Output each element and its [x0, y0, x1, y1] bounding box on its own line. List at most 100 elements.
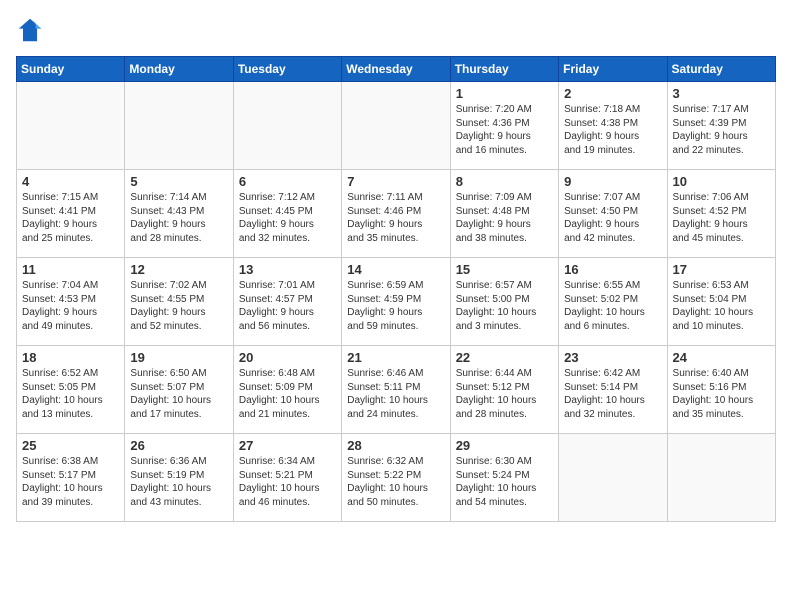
calendar-header-tuesday: Tuesday: [233, 57, 341, 82]
calendar-cell: [17, 82, 125, 170]
day-number: 16: [564, 262, 661, 277]
day-number: 4: [22, 174, 119, 189]
day-number: 14: [347, 262, 444, 277]
day-info: Sunrise: 7:17 AM Sunset: 4:39 PM Dayligh…: [673, 103, 770, 157]
calendar-cell: 23 Sunrise: 6:42 AM Sunset: 5:14 PM Dayli…: [559, 346, 667, 434]
calendar-cell: 16 Sunrise: 6:55 AM Sunset: 5:02 PM Dayli…: [559, 258, 667, 346]
calendar-cell: [342, 82, 450, 170]
day-number: 7: [347, 174, 444, 189]
calendar-week-row-0: 1 Sunrise: 7:20 AM Sunset: 4:36 PM Daylig…: [17, 82, 776, 170]
day-info: Sunrise: 6:44 AM Sunset: 5:12 PM Dayligh…: [456, 367, 553, 421]
calendar-cell: 12 Sunrise: 7:02 AM Sunset: 4:55 PM Dayli…: [125, 258, 233, 346]
logo-icon: [16, 16, 44, 44]
day-number: 9: [564, 174, 661, 189]
day-info: Sunrise: 6:30 AM Sunset: 5:24 PM Dayligh…: [456, 455, 553, 509]
calendar-week-row-2: 11 Sunrise: 7:04 AM Sunset: 4:53 PM Dayli…: [17, 258, 776, 346]
day-number: 6: [239, 174, 336, 189]
calendar-cell: 5 Sunrise: 7:14 AM Sunset: 4:43 PM Daylig…: [125, 170, 233, 258]
calendar-cell: 1 Sunrise: 7:20 AM Sunset: 4:36 PM Daylig…: [450, 82, 558, 170]
day-number: 1: [456, 86, 553, 101]
calendar-header-saturday: Saturday: [667, 57, 775, 82]
day-info: Sunrise: 6:32 AM Sunset: 5:22 PM Dayligh…: [347, 455, 444, 509]
day-info: Sunrise: 6:36 AM Sunset: 5:19 PM Dayligh…: [130, 455, 227, 509]
calendar-cell: 11 Sunrise: 7:04 AM Sunset: 4:53 PM Dayli…: [17, 258, 125, 346]
day-info: Sunrise: 6:52 AM Sunset: 5:05 PM Dayligh…: [22, 367, 119, 421]
day-info: Sunrise: 7:12 AM Sunset: 4:45 PM Dayligh…: [239, 191, 336, 245]
day-info: Sunrise: 6:34 AM Sunset: 5:21 PM Dayligh…: [239, 455, 336, 509]
calendar-header-friday: Friday: [559, 57, 667, 82]
day-info: Sunrise: 7:20 AM Sunset: 4:36 PM Dayligh…: [456, 103, 553, 157]
calendar-cell: 25Sunrise: 6:38 AM Sunset: 5:17 PM Dayli…: [17, 434, 125, 522]
calendar-cell: 28 Sunrise: 6:32 AM Sunset: 5:22 PM Dayli…: [342, 434, 450, 522]
day-info: Sunrise: 6:53 AM Sunset: 5:04 PM Dayligh…: [673, 279, 770, 333]
calendar-week-row-3: 18 Sunrise: 6:52 AM Sunset: 5:05 PM Dayli…: [17, 346, 776, 434]
calendar-cell: 6 Sunrise: 7:12 AM Sunset: 4:45 PM Daylig…: [233, 170, 341, 258]
day-info: Sunrise: 6:50 AM Sunset: 5:07 PM Dayligh…: [130, 367, 227, 421]
day-info: Sunrise: 6:55 AM Sunset: 5:02 PM Dayligh…: [564, 279, 661, 333]
calendar-cell: 4 Sunrise: 7:15 AM Sunset: 4:41 PM Daylig…: [17, 170, 125, 258]
calendar-cell: 29 Sunrise: 6:30 AM Sunset: 5:24 PM Dayli…: [450, 434, 558, 522]
calendar-header-sunday: Sunday: [17, 57, 125, 82]
day-number: 28: [347, 438, 444, 453]
logo: [16, 16, 48, 44]
calendar-cell: 9Sunrise: 7:07 AM Sunset: 4:50 PM Daylig…: [559, 170, 667, 258]
day-number: 26: [130, 438, 227, 453]
calendar-cell: 26 Sunrise: 6:36 AM Sunset: 5:19 PM Dayli…: [125, 434, 233, 522]
calendar-cell: 27 Sunrise: 6:34 AM Sunset: 5:21 PM Dayli…: [233, 434, 341, 522]
calendar-cell: [667, 434, 775, 522]
calendar-cell: 18 Sunrise: 6:52 AM Sunset: 5:05 PM Dayli…: [17, 346, 125, 434]
day-info: Sunrise: 7:15 AM Sunset: 4:41 PM Dayligh…: [22, 191, 119, 245]
page: SundayMondayTuesdayWednesdayThursdayFrid…: [0, 0, 792, 532]
calendar-cell: 21Sunrise: 6:46 AM Sunset: 5:11 PM Dayli…: [342, 346, 450, 434]
calendar-cell: 13Sunrise: 7:01 AM Sunset: 4:57 PM Dayli…: [233, 258, 341, 346]
day-info: Sunrise: 7:06 AM Sunset: 4:52 PM Dayligh…: [673, 191, 770, 245]
calendar-header-monday: Monday: [125, 57, 233, 82]
day-info: Sunrise: 6:48 AM Sunset: 5:09 PM Dayligh…: [239, 367, 336, 421]
calendar-cell: 17 Sunrise: 6:53 AM Sunset: 5:04 PM Dayli…: [667, 258, 775, 346]
day-number: 23: [564, 350, 661, 365]
day-number: 15: [456, 262, 553, 277]
day-number: 12: [130, 262, 227, 277]
day-info: Sunrise: 6:42 AM Sunset: 5:14 PM Dayligh…: [564, 367, 661, 421]
calendar-header-wednesday: Wednesday: [342, 57, 450, 82]
day-number: 21: [347, 350, 444, 365]
day-number: 2: [564, 86, 661, 101]
calendar-cell: [559, 434, 667, 522]
calendar-header-thursday: Thursday: [450, 57, 558, 82]
calendar-week-row-1: 4 Sunrise: 7:15 AM Sunset: 4:41 PM Daylig…: [17, 170, 776, 258]
calendar-cell: 15Sunrise: 6:57 AM Sunset: 5:00 PM Dayli…: [450, 258, 558, 346]
day-info: Sunrise: 6:38 AM Sunset: 5:17 PM Dayligh…: [22, 455, 119, 509]
day-number: 3: [673, 86, 770, 101]
calendar-cell: 22Sunrise: 6:44 AM Sunset: 5:12 PM Dayli…: [450, 346, 558, 434]
day-number: 19: [130, 350, 227, 365]
day-info: Sunrise: 7:11 AM Sunset: 4:46 PM Dayligh…: [347, 191, 444, 245]
calendar-cell: [125, 82, 233, 170]
calendar-cell: 14 Sunrise: 6:59 AM Sunset: 4:59 PM Dayli…: [342, 258, 450, 346]
day-info: Sunrise: 7:02 AM Sunset: 4:55 PM Dayligh…: [130, 279, 227, 333]
calendar-week-row-4: 25Sunrise: 6:38 AM Sunset: 5:17 PM Dayli…: [17, 434, 776, 522]
calendar-header-row: SundayMondayTuesdayWednesdayThursdayFrid…: [17, 57, 776, 82]
calendar-cell: 24Sunrise: 6:40 AM Sunset: 5:16 PM Dayli…: [667, 346, 775, 434]
day-info: Sunrise: 6:40 AM Sunset: 5:16 PM Dayligh…: [673, 367, 770, 421]
calendar-cell: 10 Sunrise: 7:06 AM Sunset: 4:52 PM Dayli…: [667, 170, 775, 258]
calendar-cell: 19 Sunrise: 6:50 AM Sunset: 5:07 PM Dayli…: [125, 346, 233, 434]
day-info: Sunrise: 7:04 AM Sunset: 4:53 PM Dayligh…: [22, 279, 119, 333]
day-number: 5: [130, 174, 227, 189]
calendar-cell: 8 Sunrise: 7:09 AM Sunset: 4:48 PM Daylig…: [450, 170, 558, 258]
day-number: 18: [22, 350, 119, 365]
day-number: 17: [673, 262, 770, 277]
calendar-cell: [233, 82, 341, 170]
day-number: 8: [456, 174, 553, 189]
calendar-cell: 2 Sunrise: 7:18 AM Sunset: 4:38 PM Daylig…: [559, 82, 667, 170]
day-info: Sunrise: 7:09 AM Sunset: 4:48 PM Dayligh…: [456, 191, 553, 245]
day-number: 20: [239, 350, 336, 365]
calendar-table: SundayMondayTuesdayWednesdayThursdayFrid…: [16, 56, 776, 522]
calendar-cell: 20 Sunrise: 6:48 AM Sunset: 5:09 PM Dayli…: [233, 346, 341, 434]
day-info: Sunrise: 7:14 AM Sunset: 4:43 PM Dayligh…: [130, 191, 227, 245]
day-number: 27: [239, 438, 336, 453]
day-info: Sunrise: 7:18 AM Sunset: 4:38 PM Dayligh…: [564, 103, 661, 157]
day-info: Sunrise: 6:59 AM Sunset: 4:59 PM Dayligh…: [347, 279, 444, 333]
day-number: 11: [22, 262, 119, 277]
day-number: 29: [456, 438, 553, 453]
day-number: 10: [673, 174, 770, 189]
